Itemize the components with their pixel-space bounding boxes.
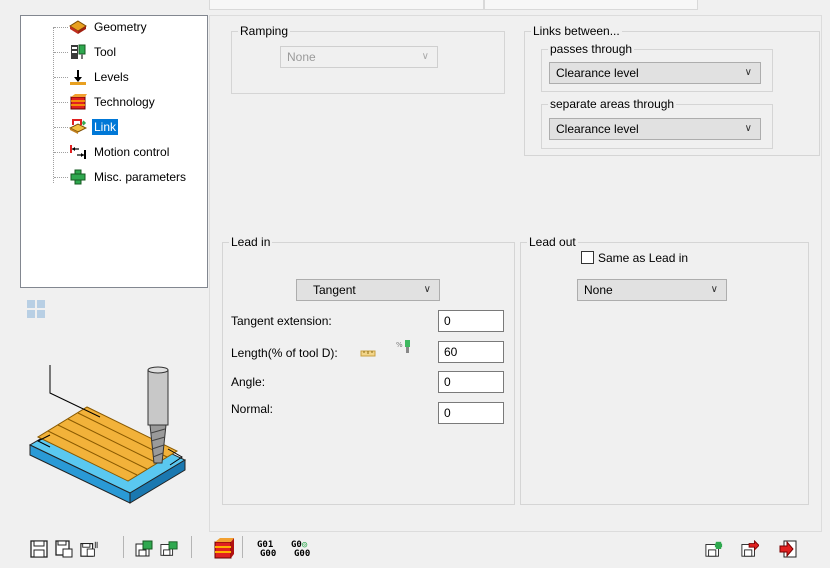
top-tab-right[interactable]: [484, 0, 698, 10]
passes-through-legend: passes through: [550, 42, 633, 56]
save-icon[interactable]: [30, 540, 48, 558]
ramping-select-value: None: [287, 50, 316, 64]
grid-view-icon[interactable]: [27, 300, 45, 318]
tree-item-label: Tool: [94, 45, 117, 59]
lead-in-type-select[interactable]: Tangent ∨: [296, 279, 440, 301]
ramping-legend: Ramping: [240, 24, 289, 38]
motion-control-icon: [70, 145, 86, 159]
chevron-down-icon: ∨: [423, 284, 431, 295]
g-code-g0-button[interactable]: G0◎ G00: [291, 541, 310, 559]
link-preview-illustration: [28, 365, 187, 504]
passes-through-select[interactable]: Clearance level ∨: [549, 62, 761, 84]
g00b-label: G00: [294, 549, 311, 559]
plus-icon: [70, 169, 86, 185]
length-label: Length(% of tool D):: [231, 346, 338, 360]
tree-branch: [54, 77, 68, 78]
tree-branch: [54, 27, 68, 28]
tree-item-label: Levels: [94, 70, 129, 84]
ruler-icon[interactable]: [360, 346, 376, 360]
tree-item-label: Motion control: [94, 145, 170, 159]
toolbar-separator: [242, 536, 243, 558]
toolbar-separator: [123, 536, 124, 558]
parameter-tree[interactable]: Geometry Tool Levels Technology Link Mot…: [20, 15, 208, 288]
g-code-g01-button[interactable]: G01 G00: [257, 541, 276, 559]
top-tab-left[interactable]: [209, 0, 484, 10]
lead-out-type-select[interactable]: None ∨: [577, 279, 727, 301]
tree-item-label: Link: [92, 119, 119, 135]
tree-item-label: Geometry: [94, 20, 147, 34]
chevron-down-icon: ∨: [710, 284, 718, 295]
lead-out-type-value: None: [584, 283, 613, 297]
tree-branch: [54, 177, 68, 178]
levels-icon: [70, 70, 86, 85]
add-operation-icon[interactable]: [705, 540, 723, 558]
tree-item-label: Technology: [94, 95, 155, 109]
tree-branch: [54, 102, 68, 103]
lead-out-legend: Lead out: [529, 235, 576, 249]
normal-label: Normal:: [231, 402, 274, 416]
export-green-icon[interactable]: [135, 540, 153, 558]
tree-item-motion-control[interactable]: Motion control: [21, 142, 207, 162]
g00-label: G00: [260, 549, 277, 559]
angle-input[interactable]: [438, 371, 504, 393]
geometry-icon: [69, 20, 87, 34]
tree-branch: [54, 52, 68, 53]
save-all-icon[interactable]: [80, 540, 98, 558]
tree-branch: [54, 127, 68, 128]
lead-in-legend: Lead in: [231, 235, 271, 249]
tree-item-misc-parameters[interactable]: Misc. parameters: [21, 167, 207, 187]
lead-in-type-value: Tangent: [313, 283, 356, 297]
svg-text:%: %: [396, 341, 403, 349]
lead-in-group: Lead in: [222, 235, 515, 505]
import-green-icon[interactable]: [160, 540, 178, 558]
links-between-legend: Links between...: [533, 24, 620, 38]
tree-item-geometry[interactable]: Geometry: [21, 17, 207, 37]
save-as-icon[interactable]: [55, 540, 73, 558]
tool-icon: [71, 44, 86, 59]
technology-icon: [70, 94, 87, 110]
separate-areas-select[interactable]: Clearance level ∨: [549, 118, 761, 140]
separate-areas-legend: separate areas through: [550, 97, 675, 111]
separate-areas-value: Clearance level: [556, 122, 639, 136]
chevron-down-icon: ∨: [744, 67, 752, 78]
tree-item-label: Misc. parameters: [94, 170, 187, 184]
tree-item-technology[interactable]: Technology: [21, 92, 207, 112]
normal-input[interactable]: [438, 402, 504, 424]
technology-icon[interactable]: [213, 537, 235, 559]
length-input[interactable]: [438, 341, 504, 363]
exit-icon[interactable]: [779, 540, 797, 558]
tree-item-levels[interactable]: Levels: [21, 67, 207, 87]
same-as-lead-in-checkbox[interactable]: [581, 251, 594, 264]
tangent-extension-input[interactable]: [438, 310, 504, 332]
ramping-select[interactable]: None ∨: [280, 46, 438, 68]
same-as-lead-in-label: Same as Lead in: [598, 251, 689, 265]
tree-item-link[interactable]: Link: [21, 117, 207, 137]
save-exit-icon[interactable]: [741, 540, 759, 558]
toolbar-separator: [191, 536, 192, 558]
lead-out-group: Lead out: [520, 235, 809, 505]
link-icon: [69, 119, 87, 134]
chevron-down-icon: ∨: [744, 123, 752, 134]
angle-label: Angle:: [231, 375, 266, 389]
tree-item-tool[interactable]: Tool: [21, 42, 207, 62]
tangent-extension-label: Tangent extension:: [231, 314, 332, 328]
chevron-down-icon: ∨: [421, 51, 429, 62]
tree-branch: [54, 152, 68, 153]
passes-through-value: Clearance level: [556, 66, 639, 80]
tool-percent-icon[interactable]: %: [396, 339, 414, 355]
